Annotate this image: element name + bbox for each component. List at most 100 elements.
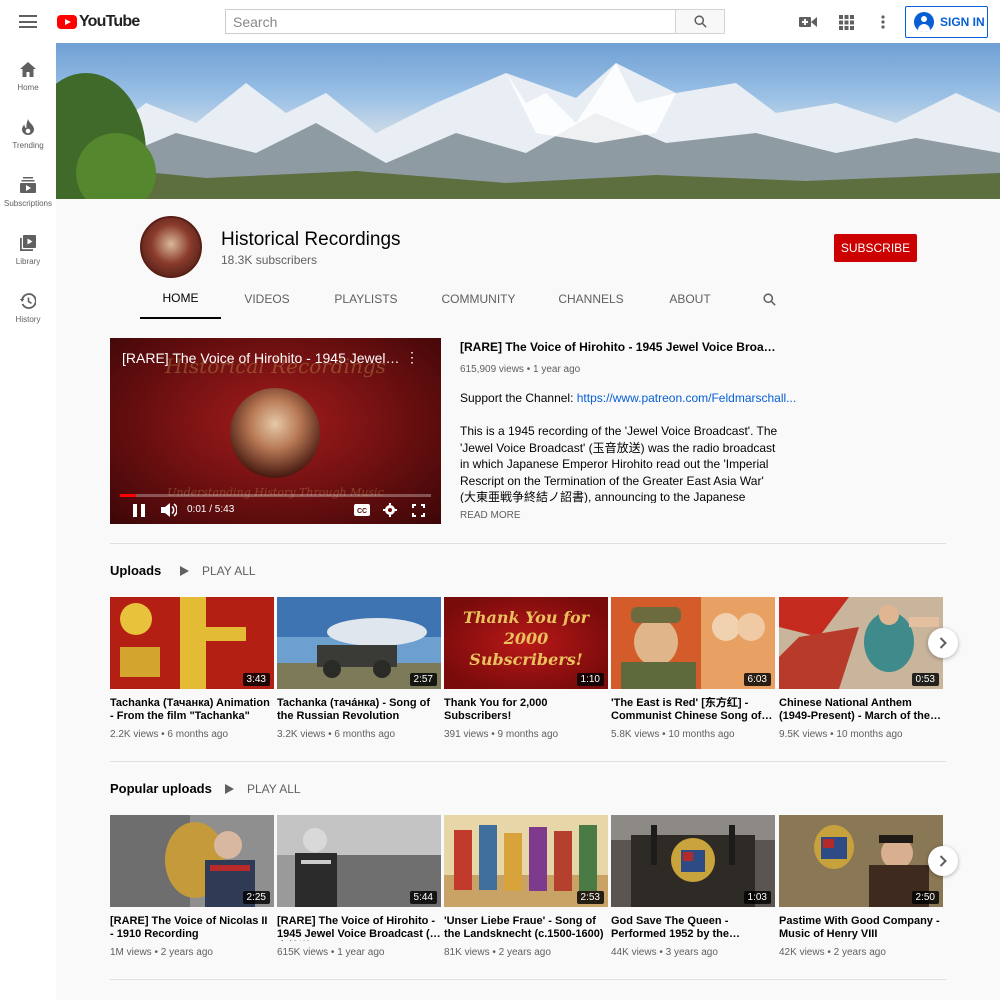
video-title[interactable]: 'Unser Liebe Fraue' - Song of the Landsk… [444, 915, 608, 941]
player-more-icon[interactable]: ⋮ [405, 349, 419, 366]
youtube-logo[interactable]: YouTube [57, 13, 140, 31]
chevron-right-icon [939, 855, 947, 867]
video-title[interactable]: Pastime With Good Company - Music of Hen… [779, 915, 943, 941]
subscribe-button[interactable]: SUBSCRIBE [834, 234, 917, 262]
video-title[interactable]: Thank You for 2,000 Subscribers! [444, 697, 608, 723]
sidebar-item-home[interactable]: Home [0, 59, 56, 109]
uploads-shelf-title[interactable]: Uploads [110, 563, 161, 578]
video-title[interactable]: 'The East is Red' [东方红] - Communist Chin… [611, 697, 775, 723]
pause-icon[interactable] [130, 501, 148, 519]
sidebar-item-label: Trending [12, 141, 44, 150]
channel-avatar[interactable] [140, 216, 202, 278]
player-watermark-subtitle: Understanding History Through Music [167, 486, 384, 499]
video-duration: 2:53 [576, 891, 604, 904]
captions-icon[interactable]: CC [353, 501, 371, 519]
volume-icon[interactable] [160, 501, 178, 519]
featured-video-title[interactable]: [RARE] The Voice of Hirohito - 1945 Jewe… [460, 338, 780, 355]
sign-in-button[interactable]: SIGN IN [905, 6, 988, 38]
video-card[interactable]: 0:53 Chinese National Anthem (1949-Prese… [779, 597, 943, 740]
sidebar-item-subscriptions[interactable]: Subscriptions [0, 175, 56, 225]
uploads-next-button[interactable] [928, 628, 958, 658]
progress-fill [120, 494, 136, 497]
apps-grid-icon[interactable] [835, 11, 857, 33]
search-input[interactable] [226, 10, 675, 33]
popular-shelf-title[interactable]: Popular uploads [110, 781, 212, 796]
sidebar-item-library[interactable]: Library [0, 233, 56, 283]
video-thumbnail[interactable]: 2:50 [779, 815, 943, 907]
video-duration: 1:10 [576, 673, 604, 686]
play-all-label: PLAY ALL [202, 564, 256, 578]
section-divider [110, 979, 946, 980]
video-thumbnail[interactable]: 2:25 [110, 815, 274, 907]
video-card[interactable]: Thank You for 2000 Subscribers! 1:10 Tha… [444, 597, 608, 740]
chevron-right-icon [939, 637, 947, 649]
support-label: Support the Channel: [460, 391, 577, 405]
video-card[interactable]: 1:03 God Save The Queen - Performed 1952… [611, 815, 775, 958]
channel-header: Historical Recordings 18.3K subscribers … [56, 199, 1000, 319]
video-thumbnail[interactable]: 0:53 [779, 597, 943, 689]
video-card[interactable]: 6:03 'The East is Red' [东方红] - Communist… [611, 597, 775, 740]
video-meta: 81K views • 2 years ago [444, 947, 551, 958]
video-thumbnail[interactable]: 2:53 [444, 815, 608, 907]
section-divider [110, 761, 946, 762]
account-icon [914, 12, 934, 32]
uploads-play-all-button[interactable]: PLAY ALL [180, 564, 256, 578]
read-more-button[interactable]: READ MORE [460, 510, 521, 521]
tab-playlists[interactable]: PLAYLISTS [313, 279, 419, 319]
video-meta: 44K views • 3 years ago [611, 947, 718, 958]
video-thumbnail[interactable]: Thank You for 2000 Subscribers! 1:10 [444, 597, 608, 689]
video-player[interactable]: Historical Recordings Understanding Hist… [110, 338, 441, 524]
video-thumbnail[interactable]: 2:57 [277, 597, 441, 689]
play-icon [180, 566, 189, 576]
menu-icon[interactable] [19, 15, 37, 28]
tab-community[interactable]: COMMUNITY [419, 279, 538, 319]
search-button[interactable] [675, 9, 725, 34]
player-title[interactable]: [RARE] The Voice of Hirohito - 1945 Jewe… [122, 348, 402, 368]
sidebar-item-history[interactable]: History [0, 291, 56, 341]
subscriptions-icon [18, 175, 38, 195]
home-icon [18, 59, 38, 79]
video-title[interactable]: Tachanka (Тачанка) Animation - From the … [110, 697, 274, 723]
video-title[interactable]: God Save The Queen - Performed 1952 by t… [611, 915, 775, 941]
tab-search[interactable] [736, 279, 802, 319]
video-card[interactable]: 2:25 [RARE] The Voice of Nicolas II - 19… [110, 815, 274, 958]
video-card[interactable]: 3:43 Tachanka (Тачанка) Animation - From… [110, 597, 274, 740]
video-thumbnail[interactable]: 5:44 [277, 815, 441, 907]
create-video-icon[interactable] [797, 11, 819, 33]
fullscreen-icon[interactable] [409, 501, 427, 519]
video-thumbnail[interactable]: 6:03 [611, 597, 775, 689]
player-time: 0:01 / 5:43 [187, 504, 235, 515]
video-card[interactable]: 2:53 'Unser Liebe Fraue' - Song of the L… [444, 815, 608, 958]
sidebar-item-trending[interactable]: Trending [0, 117, 56, 167]
tab-channels[interactable]: CHANNELS [538, 279, 644, 319]
play-all-label: PLAY ALL [247, 782, 301, 796]
tab-videos[interactable]: VIDEOS [221, 279, 313, 319]
search-icon [693, 15, 707, 28]
search-box [225, 9, 676, 34]
video-card[interactable]: 2:50 Pastime With Good Company - Music o… [779, 815, 943, 958]
tab-about[interactable]: ABOUT [644, 279, 736, 319]
video-meta: 391 views • 9 months ago [444, 729, 559, 740]
video-card[interactable]: 5:44 [RARE] The Voice of Hirohito - 1945… [277, 815, 441, 958]
video-title[interactable]: Tachanka (тача́нка) - Song of the Russia… [277, 697, 441, 723]
settings-gear-icon[interactable] [381, 501, 399, 519]
youtube-play-icon [57, 15, 77, 29]
section-divider [110, 543, 946, 544]
progress-bar[interactable] [120, 494, 431, 497]
patreon-link[interactable]: https://www.patreon.com/Feldmarschall... [577, 391, 796, 405]
video-card[interactable]: 2:57 Tachanka (тача́нка) - Song of the R… [277, 597, 441, 740]
more-vert-icon[interactable] [872, 11, 894, 33]
video-thumbnail[interactable]: 3:43 [110, 597, 274, 689]
popular-play-all-button[interactable]: PLAY ALL [225, 782, 301, 796]
tab-home[interactable]: HOME [140, 279, 221, 319]
flame-icon [18, 117, 38, 137]
top-bar: YouTube SIGN IN [0, 0, 1000, 43]
popular-next-button[interactable] [928, 846, 958, 876]
video-meta: 3.2K views • 6 months ago [277, 729, 396, 740]
video-title[interactable]: [RARE] The Voice of Nicolas II - 1910 Re… [110, 915, 274, 941]
video-title[interactable]: [RARE] The Voice of Hirohito - 1945 Jewe… [277, 915, 441, 941]
featured-description: This is a 1945 recording of the 'Jewel V… [460, 424, 778, 503]
video-title[interactable]: Chinese National Anthem (1949-Present) -… [779, 697, 943, 723]
sidebar: Home Trending Subscriptions Library Hist… [0, 43, 56, 1000]
video-thumbnail[interactable]: 1:03 [611, 815, 775, 907]
